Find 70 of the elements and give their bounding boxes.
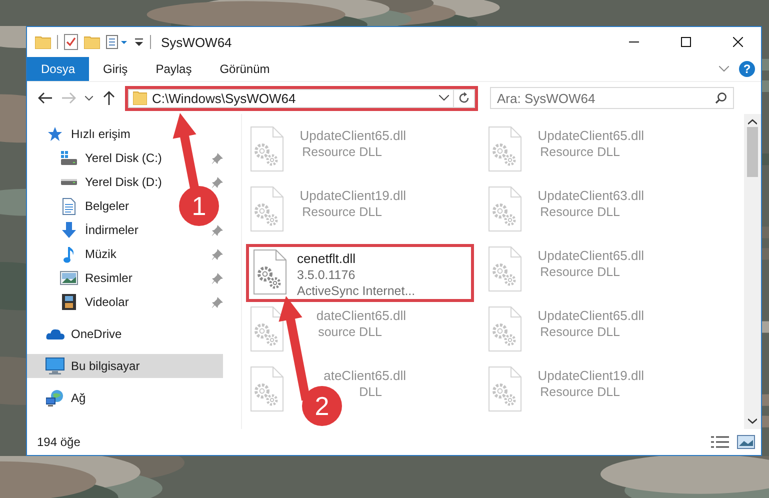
file-detail: Resource DLL [302,205,383,219]
pin-icon[interactable] [212,176,223,188]
download-icon [62,222,76,238]
document-icon [62,198,76,214]
pin-icon[interactable] [212,296,223,308]
star-icon [47,126,63,142]
file-detail: 3.5.0.1176 [297,268,356,282]
drive-icon [61,179,77,185]
chevron-icon[interactable] [85,96,93,100]
pin-icon[interactable] [212,272,223,284]
search-icon[interactable] [715,92,727,104]
computer-icon [45,357,65,375]
drive-icon [60,150,78,166]
window-title: SysWOW64 [161,34,233,50]
up-arrow-icon[interactable] [103,91,115,105]
file-name[interactable]: cenetflt.dll [297,251,416,266]
pin-icon[interactable] [212,248,223,260]
tiles-view-icon[interactable] [737,435,755,449]
file-detail: DLL [359,385,383,399]
ribbon-tab[interactable]: Giriş [89,57,142,81]
dropdown-icon[interactable] [134,37,144,47]
details-view-icon[interactable] [711,436,729,448]
checklist-icon[interactable] [64,34,78,50]
file-detail: Resource DLL [540,205,621,219]
back-arrow-icon[interactable] [38,92,52,104]
maximize-icon[interactable] [681,37,691,47]
cloud-icon [46,328,64,340]
picture-icon [60,271,78,285]
sidebar-item[interactable]: Yerel Disk (C:) [41,146,162,170]
ribbon-tab[interactable]: Görünüm [206,57,284,81]
sidebar-item[interactable]: Ağ [27,386,223,410]
sidebar-item[interactable]: Yerel Disk (D:) [41,170,162,194]
sidebar-item[interactable]: OneDrive [27,322,223,346]
refresh-icon[interactable] [458,92,470,104]
ribbon-tab[interactable]: Paylaş [142,57,206,81]
scroll-up-icon[interactable] [748,119,757,125]
scrollbar[interactable] [744,114,761,429]
sidebar-item[interactable]: Müzik [41,242,116,266]
chevron-icon[interactable] [439,95,449,101]
network-icon [46,390,64,406]
file-detail: Resource DLL [540,265,621,279]
properties-icon[interactable] [106,35,128,49]
minimize-icon[interactable] [629,41,639,43]
item-count: 194 öğe [37,435,82,449]
file-detail: source DLL [318,325,383,339]
film-icon [62,294,76,310]
music-note-icon [63,246,75,262]
sidebar-item[interactable]: Bu bilgisayar [27,354,223,378]
address-field[interactable]: C:\Windows\SysWOW64 [128,88,454,108]
ribbon-tab[interactable]: Dosya [27,57,90,81]
scroll-thumb[interactable] [747,127,758,177]
pin-icon[interactable] [212,152,223,164]
help-button[interactable]: ? [739,61,755,77]
search-field[interactable]: Ara: SysWOW64 [490,87,734,109]
file-detail: Resource DLL [540,385,621,399]
file-detail: Resource DLL [540,325,621,339]
sidebar-item[interactable]: İndirmeler [41,218,138,242]
sidebar-item[interactable]: Belgeler [41,194,130,218]
folder-icon [133,91,147,105]
pin-icon[interactable] [212,224,223,236]
sidebar-item[interactable]: Videolar [41,290,129,314]
address-path: C:\Windows\SysWOW64 [152,90,297,106]
file-detail: Resource DLL [302,145,383,159]
file-detail: Resource DLL [540,145,621,159]
sidebar-item[interactable]: Hızlı erişim [27,122,223,146]
refresh-button[interactable] [454,88,475,108]
scroll-down-icon[interactable] [748,418,757,424]
sidebar-item[interactable]: Resimler [41,266,132,290]
close-icon[interactable] [733,37,743,47]
file-detail: ActiveSync Internet... [297,284,416,298]
